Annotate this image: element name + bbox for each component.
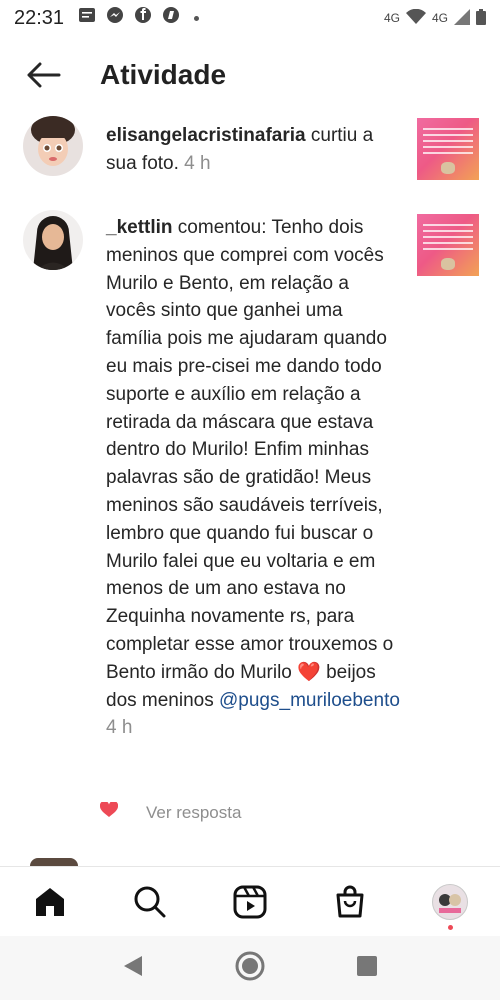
search-icon [134,886,166,918]
post-thumbnail[interactable] [417,214,479,276]
system-nav-bar [0,936,500,1000]
nav-search[interactable] [120,872,180,932]
back-button[interactable] [14,45,74,105]
message-icon [78,7,96,29]
messenger-icon [106,6,124,30]
signal-icon [454,8,470,28]
timestamp: 4 h [106,717,133,739]
username[interactable]: _kettlin [106,217,173,238]
network-right-label: 4G [431,11,448,25]
network-left-label: 4G [383,11,400,25]
mention-link[interactable]: @pugs_muriloebento [219,690,400,711]
comment-text: comentou: Tenho dois meninos que comprei… [106,217,394,683]
notification-text: elisangelacristinafaria curtiu a sua fot… [106,122,402,178]
arrow-left-icon [27,62,61,88]
home-icon [36,888,64,916]
comment-actions: Ver resposta [99,800,241,823]
nav-reels[interactable] [220,872,280,932]
recents-nav-button[interactable] [356,955,378,982]
home-nav-button[interactable] [234,950,266,987]
heart-emoji: ❤️ [297,661,321,683]
bottom-nav [0,866,500,937]
square-recents-icon [357,955,377,976]
nav-profile[interactable] [420,872,480,932]
app-icon [162,6,180,30]
wifi-icon [405,8,426,28]
status-bar: 22:31 4G 4G [0,0,500,36]
status-time: 22:31 [14,6,65,29]
back-nav-button[interactable] [122,954,144,983]
shop-icon [336,885,364,918]
triangle-back-icon [124,955,142,976]
header: Atividade [0,40,500,110]
avatar[interactable] [23,210,83,270]
facebook-icon [134,6,152,30]
post-thumbnail[interactable] [417,118,479,180]
avatar [30,858,78,866]
view-replies-button[interactable]: Ver resposta [146,803,241,823]
circle-home-icon [235,951,265,980]
notification-text: _kettlin comentou: Tenho dois meninos qu… [106,214,402,742]
like-heart-icon[interactable] [99,800,119,823]
battery-icon [476,8,486,28]
more-notifications-icon [194,15,200,21]
reels-icon [233,885,267,919]
username[interactable]: elisangelacristinafaria [106,125,306,146]
timestamp: 4 h [184,152,211,174]
notification-dot [448,925,453,930]
page-title: Atividade [100,59,227,90]
profile-avatar [432,884,468,920]
nav-home[interactable] [20,872,80,932]
avatar[interactable] [23,116,83,176]
nav-shop[interactable] [320,872,380,932]
